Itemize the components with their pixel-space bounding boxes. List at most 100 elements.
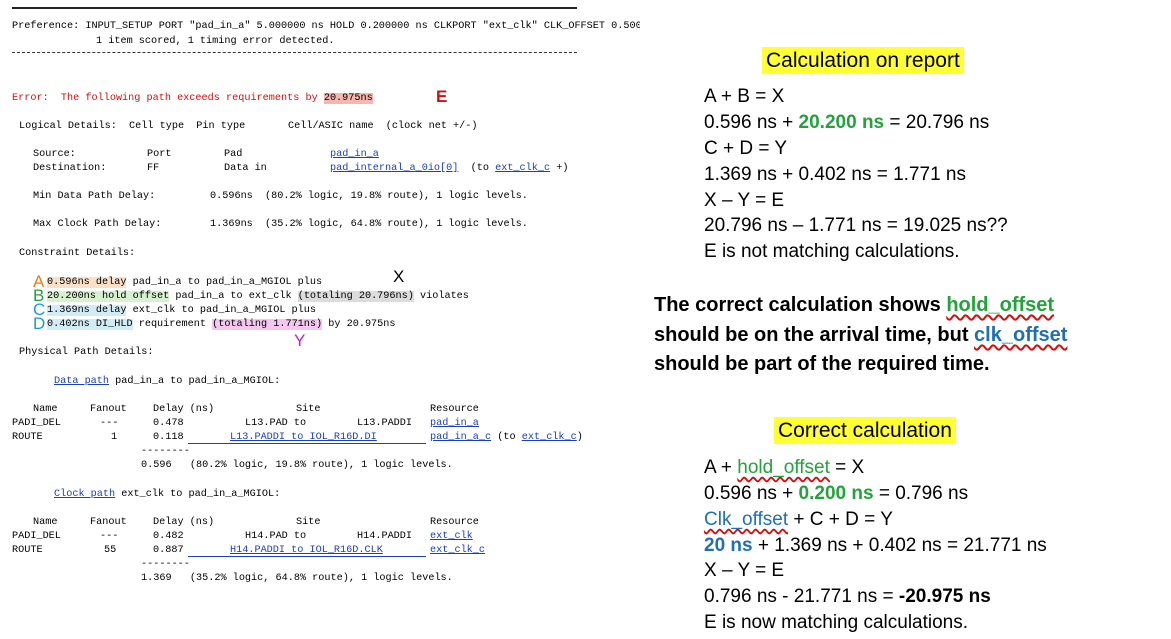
- correct-calc-line-3: Clk_offset + C + D = Y: [704, 507, 893, 533]
- report-calc-title: Calculation on report: [762, 47, 964, 74]
- report-calc-line-2: 0.596 ns + 20.200 ns = 20.796 ns: [704, 110, 989, 136]
- c4-value: 0.402ns DI_HLD: [47, 319, 133, 330]
- col-fanout-header: Fanout: [90, 404, 127, 415]
- clock-path-rest: ext_clk to pad_in_a_MGIOL:: [121, 489, 281, 500]
- constraint-row-a: 0.596ns delay pad_in_a to pad_in_a_MGIOL…: [47, 276, 322, 289]
- correct-hold-value: 0.200 ns: [798, 483, 874, 504]
- c4-total: (totaling 1.771ns): [212, 319, 323, 330]
- clock-row-fanout: 55: [104, 545, 117, 556]
- error-line: Error: The following path exceeds requir…: [12, 92, 373, 105]
- col-fanout-header: Fanout: [90, 517, 127, 528]
- data-row-fanout: 1: [111, 432, 118, 443]
- source-name-link[interactable]: pad_in_a: [330, 148, 379, 161]
- data-row-name: ROUTE: [12, 432, 43, 443]
- data-path-line: Data path pad_in_a to pad_in_a_MGIOL:: [54, 375, 280, 388]
- report-calc-line-1: A + B = X: [704, 86, 785, 107]
- scored-line: 1 item scored, 1 timing error detected.: [96, 36, 335, 47]
- clock-row-resource-link[interactable]: ext_clk_c: [430, 544, 485, 557]
- dash-rule: [12, 52, 577, 53]
- correct-l1a: A +: [704, 457, 738, 478]
- data-total: 0.596 (80.2% logic, 19.8% route), 1 logi…: [141, 460, 453, 471]
- data-row-resource-link[interactable]: pad_in_a: [430, 417, 479, 430]
- report-calc-line-5: X – Y = E: [704, 190, 785, 211]
- letter-d: D: [33, 314, 46, 333]
- clock-row-delay: 0.887: [153, 545, 184, 556]
- data-row-site-link[interactable]: L13.PADDI to IOL_R16D.DI: [230, 431, 377, 444]
- letter-y: Y: [294, 331, 306, 350]
- clock-row-delay: 0.482: [153, 531, 184, 542]
- clock-row-site-b: H14.PADDI: [357, 531, 413, 542]
- data-separator: --------: [141, 446, 190, 457]
- col-delay-header: Delay (ns): [153, 404, 215, 415]
- col-resource-header: Resource: [430, 404, 479, 415]
- c2-mid: pad_in_a to ext_clk: [175, 291, 292, 302]
- report-calc-line-4: 1.369 ns + 0.402 ns = 1.771 ns: [704, 164, 966, 185]
- report-calc-l2c: = 20.796 ns: [884, 112, 990, 133]
- clock-row-name: PADI_DEL: [12, 531, 61, 542]
- col-site-header: Site: [296, 404, 321, 415]
- col-name-header: Name: [33, 517, 58, 528]
- correct-calc-line-1: A + hold_offset = X: [704, 455, 864, 481]
- constraint-row-c: 1.369ns delay ext_clk to pad_in_a_MGIOL …: [47, 304, 316, 317]
- note-clk-offset: clk_offset: [974, 324, 1068, 346]
- report-calc-line-3: C + D = Y: [704, 138, 788, 159]
- correct-l2c: = 0.796 ns: [873, 483, 969, 504]
- note-line-3: should be part of the required time.: [654, 353, 990, 375]
- dest-name-link[interactable]: pad_internal_a_0io[0]: [330, 163, 458, 174]
- dest-cell: FF: [147, 163, 160, 174]
- data-row-site-a: L13.PAD to: [245, 418, 307, 429]
- dest-to: (to: [470, 163, 489, 174]
- logical-header: Logical Details: Cell type Pin type Cell…: [19, 121, 478, 132]
- data-row-clk-link[interactable]: ext_clk_c: [522, 432, 577, 443]
- source-cell: Port: [147, 149, 172, 160]
- correct-l2a: 0.596 ns +: [704, 483, 799, 504]
- note-l2a: should be on the arrival time, but: [654, 324, 975, 346]
- constraint-header: Constraint Details:: [19, 248, 136, 259]
- c2-end: violates: [420, 291, 469, 302]
- data-row-delay: 0.478: [153, 418, 184, 429]
- max-clock-label: Max Clock Path Delay:: [33, 219, 162, 230]
- correct-calc-line-4: 20 ns + 1.369 ns + 0.402 ns = 21.771 ns: [704, 533, 1047, 559]
- dest-pin: Data in: [224, 163, 267, 174]
- calculation-panel: Calculation on report A + B = X 0.596 ns…: [650, 0, 1170, 639]
- data-row-to: (to: [497, 432, 516, 443]
- col-delay-header: Delay (ns): [153, 517, 215, 528]
- source-pin: Pad: [224, 149, 243, 160]
- letter-x: X: [393, 267, 405, 286]
- report-calc-line-7: E is not matching calculations.: [704, 241, 960, 262]
- correct-calc-line-7: E is now matching calculations.: [704, 612, 969, 633]
- clock-row-site-link[interactable]: H14.PADDI to IOL_R16D.CLK: [230, 544, 383, 557]
- clock-separator: --------: [141, 559, 190, 570]
- correct-calc-title: Correct calculation: [774, 417, 956, 444]
- data-row-site-b: L13.PADDI: [357, 418, 413, 429]
- data-row-name: PADI_DEL: [12, 418, 61, 429]
- data-row-resource-link[interactable]: pad_in_a_c: [430, 432, 491, 443]
- error-label: Error:: [12, 93, 49, 104]
- clock-path-line: Clock path ext_clk to pad_in_a_MGIOL:: [54, 488, 280, 501]
- note-line-1: The correct calculation shows hold_offse…: [654, 290, 1054, 321]
- top-rule: [12, 7, 577, 9]
- data-path-link[interactable]: Data path: [54, 376, 109, 387]
- report-calc-hold-value: 20.200 ns: [798, 112, 885, 133]
- c1-value: 0.596ns delay: [47, 277, 127, 288]
- clock-row-name: ROUTE: [12, 545, 43, 556]
- dest-clk-link[interactable]: ext_clk_c: [495, 163, 550, 174]
- max-clock-value: 1.369ns (35.2% logic, 64.8% route), 1 lo…: [210, 219, 528, 230]
- clock-row-resource-link[interactable]: ext_clk: [430, 530, 473, 543]
- c3-rest: ext_clk to pad_in_a_MGIOL plus: [132, 305, 317, 316]
- correct-hold-offset: hold_offset: [737, 457, 830, 478]
- correct-clk-value: 20 ns: [704, 535, 753, 556]
- error-text: The following path exceeds requirements …: [60, 93, 318, 104]
- c4-mid: requirement: [138, 319, 206, 330]
- correct-calc-line-6: 0.796 ns - 21.771 ns = -20.975 ns: [704, 584, 991, 610]
- note-hold-offset: hold_offset: [946, 294, 1055, 316]
- clock-path-link[interactable]: Clock path: [54, 489, 115, 500]
- physical-header: Physical Path Details:: [19, 347, 154, 358]
- data-row-delay: 0.118: [153, 432, 184, 443]
- note-l1a: The correct calculation shows: [654, 294, 947, 316]
- dest-end: +): [556, 163, 569, 174]
- col-resource-header: Resource: [430, 517, 479, 528]
- timing-report: Preference: INPUT_SETUP PORT "pad_in_a" …: [0, 0, 640, 585]
- data-path-rest: pad_in_a to pad_in_a_MGIOL:: [115, 376, 281, 387]
- error-value: 20.975ns: [323, 93, 373, 104]
